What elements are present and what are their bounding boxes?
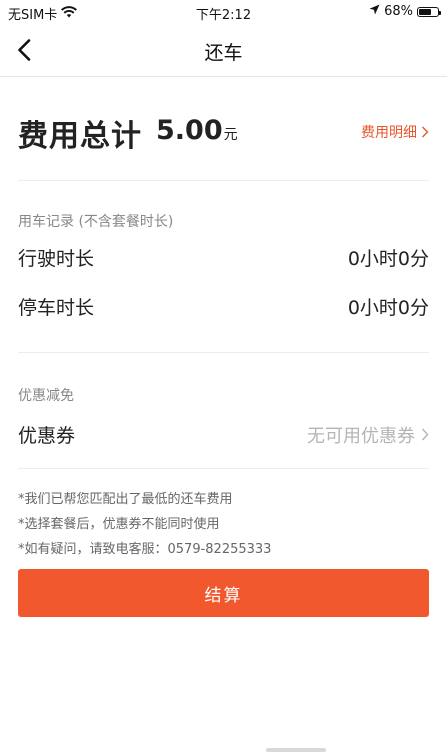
battery-icon	[417, 6, 441, 17]
parking-duration-row: 停车时长 0小时0分	[18, 293, 429, 320]
settle-button[interactable]: 结算	[18, 569, 429, 617]
discount-section: 优惠减免 优惠券 无可用优惠券	[18, 353, 429, 469]
coupon-row[interactable]: 优惠券 无可用优惠券	[18, 421, 429, 448]
battery-level-fill	[419, 8, 432, 15]
location-arrow-icon	[369, 4, 380, 19]
cost-detail-label: 费用明细	[361, 125, 417, 141]
nav-bar: 还车	[0, 24, 447, 77]
coupon-value: 无可用优惠券	[307, 422, 429, 448]
cost-detail-link[interactable]: 费用明细	[361, 122, 429, 142]
main-content: 费用总计 5.00元 费用明细 用车记录 (不含套餐时长) 行驶时长 0小时0分…	[18, 77, 429, 562]
coupon-value-text: 无可用优惠券	[307, 425, 415, 447]
usage-record-section: 用车记录 (不含套餐时长) 行驶时长 0小时0分 停车时长 0小时0分	[18, 181, 429, 353]
usage-record-header: 用车记录 (不含套餐时长)	[18, 214, 174, 230]
parking-duration-label: 停车时长	[18, 297, 95, 319]
chevron-right-icon	[422, 126, 429, 138]
status-bar: 无SIM卡 下午2:12 68%	[0, 0, 447, 24]
status-right: 68%	[369, 4, 441, 19]
coupon-label: 优惠券	[18, 425, 76, 447]
parking-duration-value: 0小时0分	[347, 297, 429, 319]
note-item: *选择套餐后，优惠券不能同时使用	[18, 517, 220, 532]
notes-list: *我们已帮您匹配出了最低的还车费用 *选择套餐后，优惠券不能同时使用 *如有疑问…	[18, 469, 429, 562]
total-cost-label: 费用总计	[18, 119, 142, 154]
driving-duration-value: 0小时0分	[347, 248, 429, 270]
note-item: *如有疑问，请致电客服：0579-82255333	[18, 542, 272, 557]
total-cost-amount: 5.00元	[156, 115, 238, 146]
driving-duration-row: 行驶时长 0小时0分	[18, 244, 429, 271]
home-indicator	[266, 748, 326, 752]
driving-duration-label: 行驶时长	[18, 248, 95, 270]
total-cost-row: 费用总计 5.00元 费用明细	[18, 77, 429, 181]
chevron-right-icon	[421, 428, 429, 441]
total-amount-unit: 元	[223, 127, 238, 143]
total-amount-value: 5.00	[156, 115, 223, 146]
battery-percent: 68%	[384, 4, 413, 19]
note-item: *我们已帮您匹配出了最低的还车费用	[18, 492, 233, 507]
page-title: 还车	[204, 42, 243, 64]
discount-header: 优惠减免	[18, 388, 74, 404]
